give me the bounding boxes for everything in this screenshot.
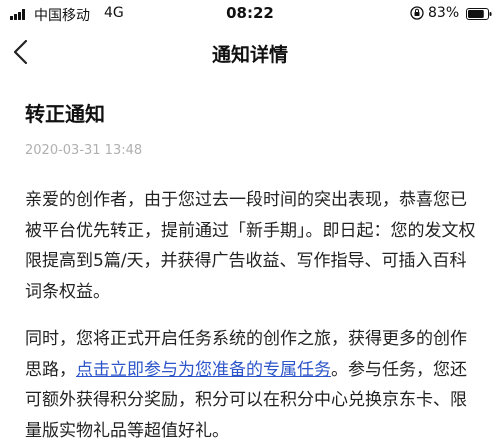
notice-content: 转正通知 2020-03-31 13:48 亲爱的创作者，由于您过去一段时间的突… — [25, 100, 480, 446]
page-title: 通知详情 — [211, 44, 288, 66]
notice-date: 2020-03-31 13:48 — [25, 143, 143, 158]
rotation-lock-icon — [410, 6, 424, 20]
navigation-bar: 通知详情 — [0, 28, 500, 76]
status-time: 08:22 — [226, 4, 274, 22]
battery-icon — [466, 8, 492, 20]
notice-title: 转正通知 — [25, 102, 105, 126]
notice-paragraph-1: 亲爱的创作者，由于您过去一段时间的突出表现，恭喜您已被平台优先转正，提前通过「新… — [25, 190, 476, 302]
battery-percentage: 83% — [428, 5, 460, 21]
exclusive-task-link[interactable]: 点击立即参与为您准备的专属任务 — [76, 360, 331, 380]
status-bar: 中国移动 4G 08:22 83% — [0, 0, 500, 28]
notice-paragraph-2: 同时，您将正式开启任务系统的创作之旅，获得更多的创作思路，点击立即参与为您准备的… — [25, 324, 480, 446]
